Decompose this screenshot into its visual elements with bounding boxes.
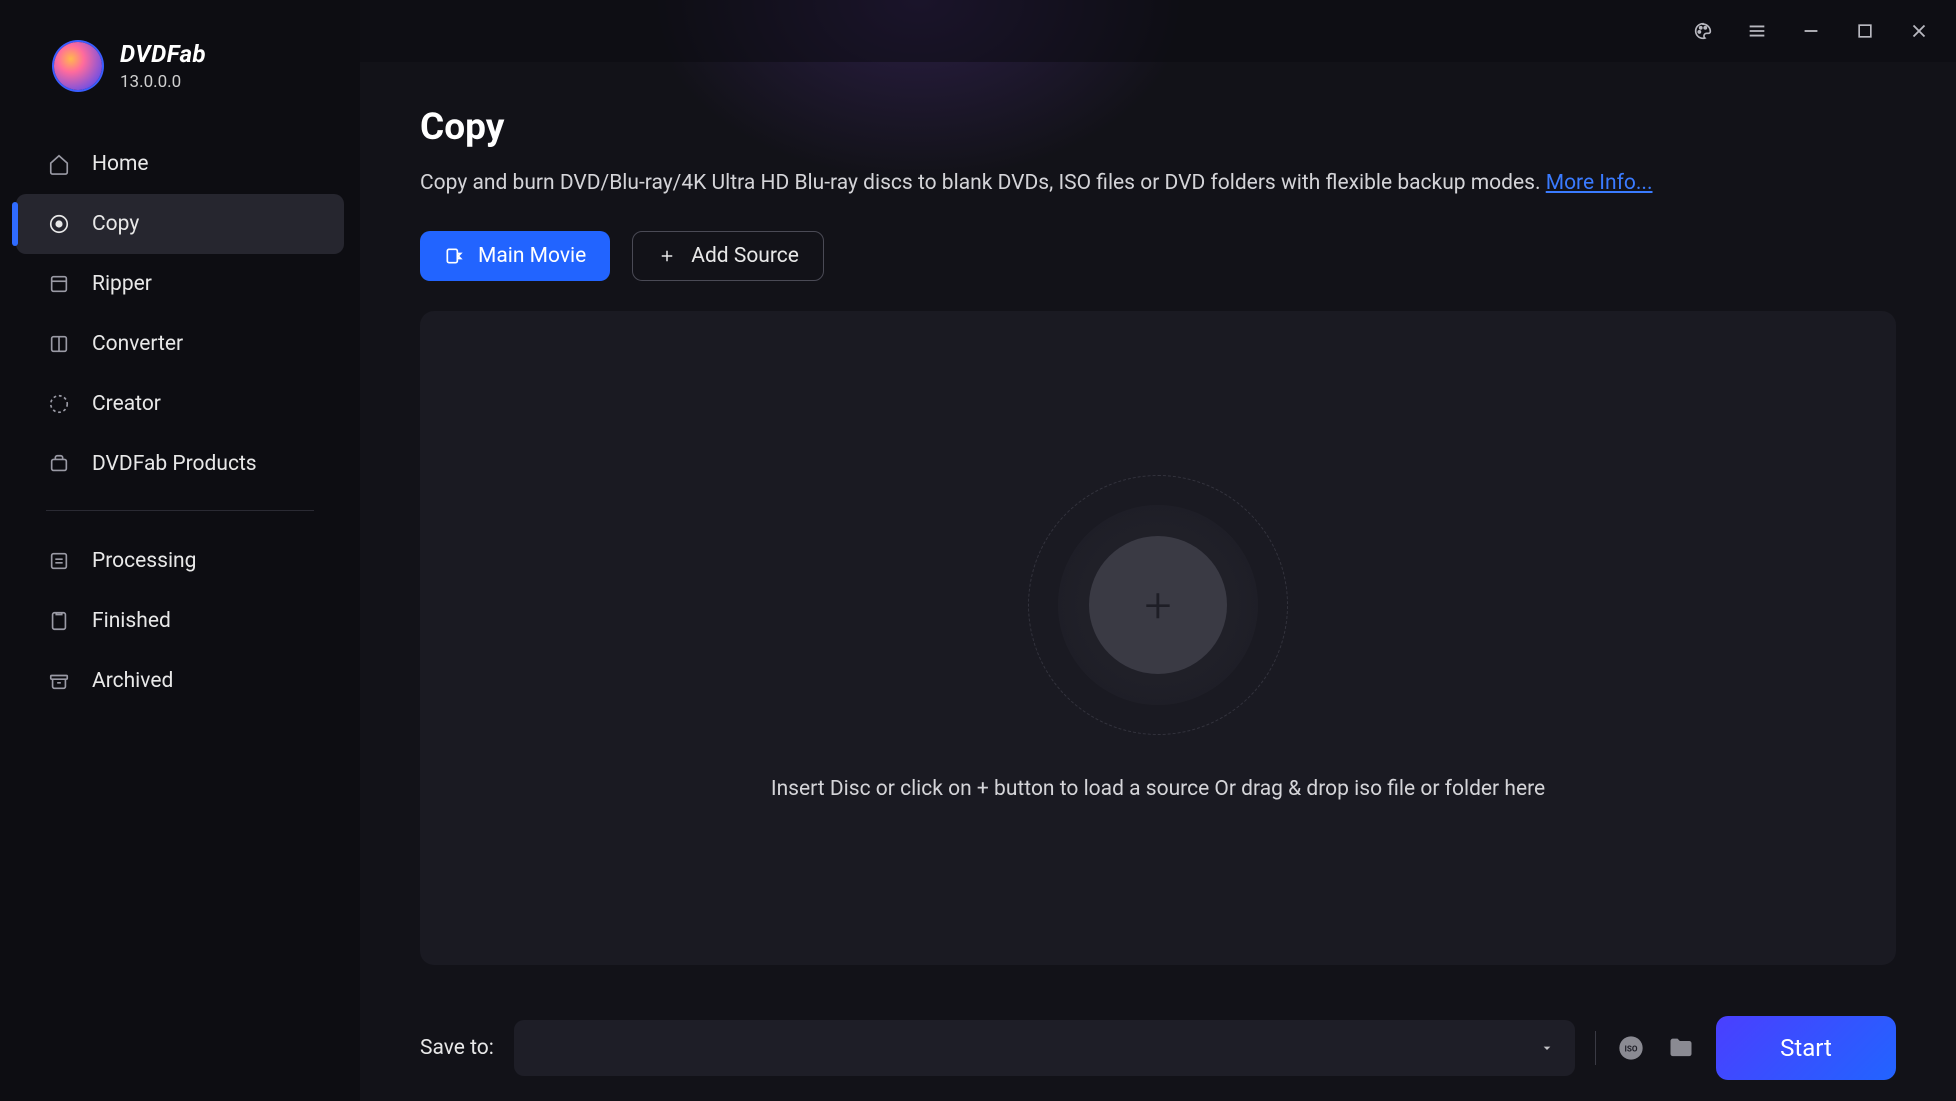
home-icon xyxy=(48,153,70,175)
sidebar-item-converter[interactable]: Converter xyxy=(16,314,344,374)
sidebar-item-label: Copy xyxy=(92,212,139,236)
titlebar xyxy=(360,0,1956,62)
sidebar-item-label: Creator xyxy=(92,392,161,416)
app-version: 13.0.0.0 xyxy=(120,72,206,92)
close-icon[interactable] xyxy=(1906,18,1932,44)
converter-icon xyxy=(48,333,70,355)
footer-divider xyxy=(1595,1031,1596,1065)
products-icon xyxy=(48,453,70,475)
plus-icon xyxy=(657,246,677,266)
sidebar-item-creator[interactable]: Creator xyxy=(16,374,344,434)
page-description: Copy and burn DVD/Blu-ray/4K Ultra HD Bl… xyxy=(420,171,1896,195)
logo-area: DVDFab 13.0.0.0 xyxy=(0,40,360,92)
mode-icon xyxy=(444,246,464,266)
sidebar-item-archived[interactable]: Archived xyxy=(16,651,344,711)
sidebar-item-home[interactable]: Home xyxy=(16,134,344,194)
drop-area[interactable]: + Insert Disc or click on + button to lo… xyxy=(420,311,1896,965)
add-source-button[interactable]: Add Source xyxy=(632,231,824,281)
sidebar-divider xyxy=(46,510,314,511)
drop-circle-outer: + xyxy=(1028,475,1288,735)
save-to-dropdown[interactable] xyxy=(514,1020,1575,1076)
sidebar-item-products[interactable]: DVDFab Products xyxy=(16,434,344,494)
sidebar-item-label: Processing xyxy=(92,549,196,573)
sidebar-nav: Home Copy Ripper Converter Creator xyxy=(0,134,360,711)
main-area: Copy Copy and burn DVD/Blu-ray/4K Ultra … xyxy=(360,0,1956,1101)
add-source-label: Add Source xyxy=(691,244,799,268)
sidebar: DVDFab 13.0.0.0 Home Copy Ripper xyxy=(0,0,360,1101)
creator-icon xyxy=(48,393,70,415)
main-movie-label: Main Movie xyxy=(478,244,586,268)
start-button[interactable]: Start xyxy=(1716,1016,1896,1080)
drop-help-text: Insert Disc or click on + button to load… xyxy=(771,777,1545,801)
sidebar-item-copy[interactable]: Copy xyxy=(16,194,344,254)
save-to-label: Save to: xyxy=(420,1036,494,1060)
start-label: Start xyxy=(1780,1034,1832,1062)
minimize-icon[interactable] xyxy=(1798,18,1824,44)
page-description-text: Copy and burn DVD/Blu-ray/4K Ultra HD Bl… xyxy=(420,171,1546,195)
logo-text: DVDFab 13.0.0.0 xyxy=(120,40,206,92)
chevron-down-icon xyxy=(1539,1040,1555,1056)
sidebar-item-finished[interactable]: Finished xyxy=(16,591,344,651)
footer: Save to: ISO Start xyxy=(360,995,1956,1101)
add-source-circle-button[interactable]: + xyxy=(1089,536,1227,674)
sidebar-item-label: DVDFab Products xyxy=(92,452,257,476)
page-title: Copy xyxy=(420,106,1896,149)
menu-icon[interactable] xyxy=(1744,18,1770,44)
ripper-icon xyxy=(48,273,70,295)
processing-icon xyxy=(48,550,70,572)
sidebar-item-label: Archived xyxy=(92,669,173,693)
drop-circle-mid: + xyxy=(1058,505,1258,705)
theme-icon[interactable] xyxy=(1690,18,1716,44)
action-row: Main Movie Add Source xyxy=(420,231,1896,281)
sidebar-item-ripper[interactable]: Ripper xyxy=(16,254,344,314)
finished-icon xyxy=(48,610,70,632)
sidebar-item-processing[interactable]: Processing xyxy=(16,531,344,591)
svg-text:ISO: ISO xyxy=(1624,1044,1637,1054)
main-movie-button[interactable]: Main Movie xyxy=(420,231,610,281)
archived-icon xyxy=(48,670,70,692)
sidebar-item-label: Converter xyxy=(92,332,183,356)
app-logo-icon xyxy=(54,42,102,90)
plus-large-icon: + xyxy=(1144,577,1171,634)
disc-icon xyxy=(48,213,70,235)
sidebar-item-label: Finished xyxy=(92,609,171,633)
iso-icon[interactable]: ISO xyxy=(1616,1033,1646,1063)
sidebar-item-label: Ripper xyxy=(92,272,152,296)
maximize-icon[interactable] xyxy=(1852,18,1878,44)
sidebar-item-label: Home xyxy=(92,152,149,176)
app-name: DVDFab xyxy=(120,40,206,68)
more-info-link[interactable]: More Info... xyxy=(1546,171,1653,195)
folder-icon[interactable] xyxy=(1666,1033,1696,1063)
content: Copy Copy and burn DVD/Blu-ray/4K Ultra … xyxy=(360,62,1956,995)
